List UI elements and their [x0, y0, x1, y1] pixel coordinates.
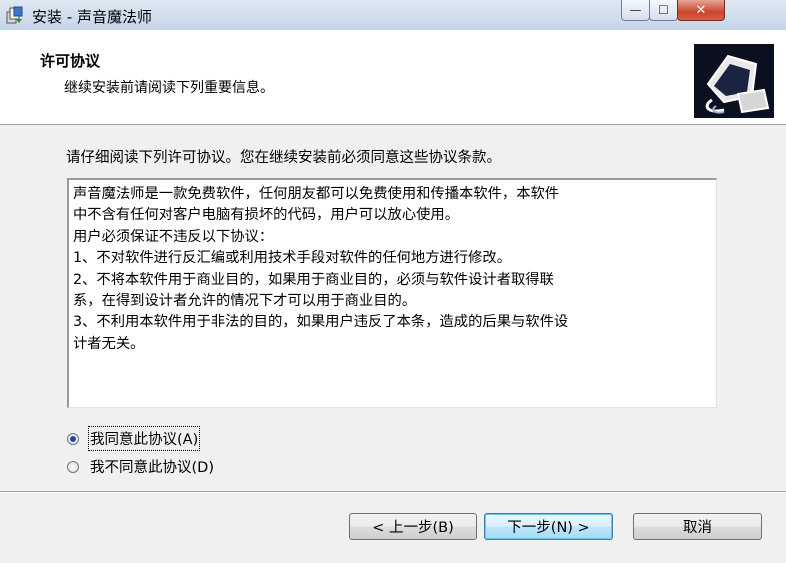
accept-label[interactable]: 我同意此协议(A) [87, 426, 201, 451]
page-title: 许可协议 [40, 52, 101, 70]
installer-icon [6, 6, 23, 24]
cancel-button[interactable]: 取消 [633, 513, 762, 540]
maximize-icon: ☐ [658, 3, 669, 17]
maximize-button[interactable]: ☐ [649, 0, 678, 21]
wizard-header: 许可协议 继续安装前请阅读下列重要信息。 [0, 30, 786, 125]
computer-installer-icon [694, 44, 774, 118]
minimize-icon: — [629, 3, 642, 17]
license-line: 系，在得到设计者允许的情况下才可以用于商业目的。 [73, 293, 417, 310]
license-line: 2、不将本软件用于商业目的，如果用于商业目的，必须与软件设计者取得联 [73, 271, 554, 288]
title-bar: 安装 - 声音魔法师 — ☐ ✕ [0, 0, 786, 31]
page-subtitle: 继续安装前请阅读下列重要信息。 [64, 80, 274, 96]
license-textbox[interactable]: 声音魔法师是一款免费软件，任何朋友都可以免费使用和传播本软件，本软件 中不含有任… [67, 178, 717, 408]
back-button[interactable]: < 上一步(B) [349, 513, 477, 540]
license-line: 1、不对软件进行反汇编或利用技术手段对软件的任何地方进行修改。 [73, 250, 511, 267]
footer-divider [0, 491, 786, 493]
license-line: 用户必须保证不违反以下协议： [73, 228, 274, 245]
intro-text: 请仔细阅读下列许可协议。您在继续安装前必须同意这些协议条款。 [66, 150, 501, 166]
license-line: 中不含有任何对客户电脑有损坏的代码，用户可以放心使用。 [73, 207, 460, 224]
accept-radio[interactable] [67, 432, 79, 445]
decline-option[interactable]: 我不同意此协议(D) [67, 456, 214, 477]
license-line: 3、不利用本软件用于非法的目的，如果用户违反了本条，造成的后果与软件设 [73, 314, 569, 331]
license-line: 声音魔法师是一款免费软件，任何朋友都可以免费使用和传播本软件，本软件 [73, 186, 560, 202]
window-title: 安装 - 声音魔法师 [32, 8, 152, 26]
next-button[interactable]: 下一步(N) > [484, 513, 613, 540]
license-line: 计者无关。 [73, 335, 145, 352]
accept-option[interactable]: 我同意此协议(A) [67, 426, 201, 451]
decline-label[interactable]: 我不同意此协议(D) [90, 456, 214, 477]
minimize-button[interactable]: — [621, 0, 650, 21]
close-icon: ✕ [695, 2, 707, 18]
close-button[interactable]: ✕ [677, 0, 725, 21]
decline-radio[interactable] [67, 460, 79, 473]
